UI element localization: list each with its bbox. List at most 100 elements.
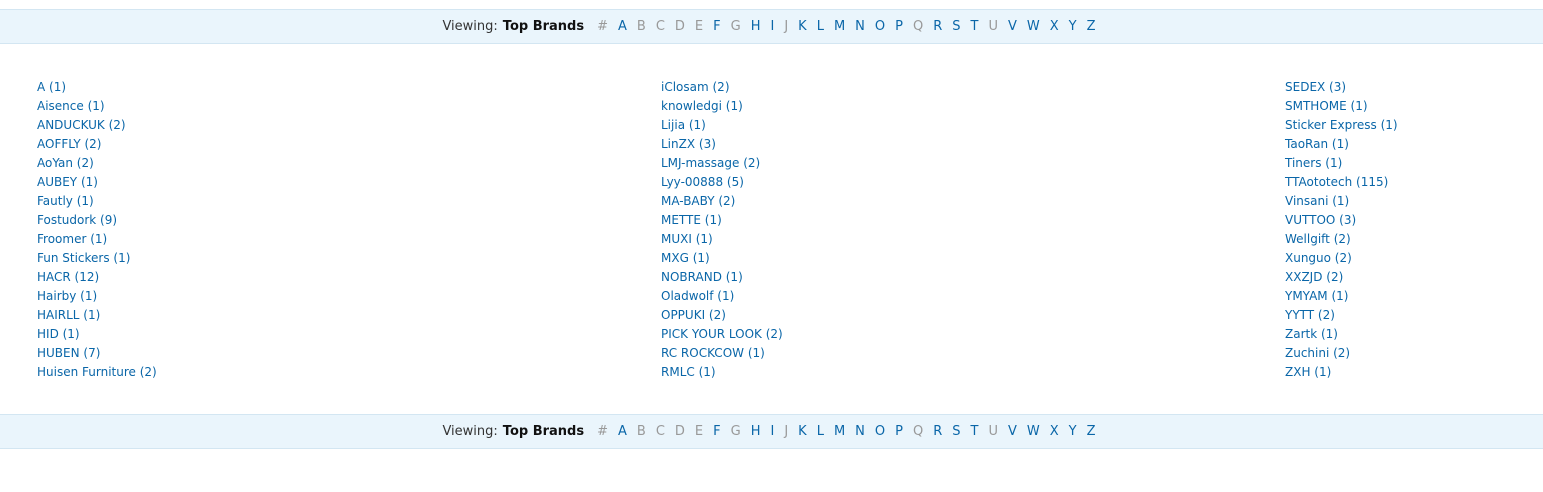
brand-link[interactable]: SEDEX (3) [1285, 80, 1346, 94]
letter-link-s[interactable]: S [947, 19, 965, 34]
list-item: Oladwolf (1) [661, 287, 783, 306]
viewing-value: Top Brands [502, 19, 585, 34]
brand-link[interactable]: Vinsani (1) [1285, 194, 1349, 208]
letter-link-a[interactable]: A [613, 19, 632, 34]
letter-link-h[interactable]: H [746, 424, 766, 439]
brand-link[interactable]: VUTTOO (3) [1285, 213, 1356, 227]
list-item: MXG (1) [661, 249, 783, 268]
letter-link-o[interactable]: O [870, 19, 890, 34]
brand-link[interactable]: MA-BABY (2) [661, 194, 735, 208]
brand-link[interactable]: MXG (1) [661, 251, 710, 265]
list-item: XXZJD (2) [1285, 268, 1398, 287]
brand-link[interactable]: AoYan (2) [37, 156, 94, 170]
list-item: Lyy-00888 (5) [661, 173, 783, 192]
letter-link-p[interactable]: P [890, 19, 908, 34]
letter-link-v[interactable]: V [1003, 19, 1022, 34]
letter-link-y[interactable]: Y [1064, 19, 1082, 34]
letter-link-p[interactable]: P [890, 424, 908, 439]
brand-link[interactable]: HAIRLL (1) [37, 308, 100, 322]
letter-link-i[interactable]: I [765, 424, 779, 439]
brand-link[interactable]: A (1) [37, 80, 66, 94]
letter-link-n[interactable]: N [850, 19, 870, 34]
letter-link-l[interactable]: L [812, 424, 829, 439]
letter-link-t[interactable]: T [966, 424, 984, 439]
brand-link[interactable]: TaoRan (1) [1285, 137, 1349, 151]
brand-link[interactable]: HACR (12) [37, 270, 99, 284]
letter-link-v[interactable]: V [1003, 424, 1022, 439]
brand-link[interactable]: Lyy-00888 (5) [661, 175, 744, 189]
brand-link[interactable]: YMYAM (1) [1285, 289, 1348, 303]
brand-link[interactable]: Huisen Furniture (2) [37, 365, 157, 379]
brand-link[interactable]: Lijia (1) [661, 118, 706, 132]
brand-link[interactable]: Fun Stickers (1) [37, 251, 130, 265]
letter-link-r[interactable]: R [928, 19, 947, 34]
brand-link[interactable]: RC ROCKCOW (1) [661, 346, 765, 360]
letter-link-c: C [655, 19, 665, 34]
letter-link-m[interactable]: M [829, 424, 850, 439]
letter-link-c: C [655, 424, 665, 439]
letter-link-u: U [988, 19, 998, 34]
brand-link[interactable]: METTE (1) [661, 213, 722, 227]
letter-link-y[interactable]: Y [1064, 424, 1082, 439]
list-item: AUBEY (1) [37, 173, 157, 192]
brand-link[interactable]: ZXH (1) [1285, 365, 1331, 379]
letter-link-x[interactable]: X [1045, 19, 1064, 34]
letter-link-z[interactable]: Z [1082, 19, 1101, 34]
letter-link-k[interactable]: K [793, 19, 812, 34]
letter-link-a[interactable]: A [613, 424, 632, 439]
brand-link[interactable]: Zartk (1) [1285, 327, 1338, 341]
brand-link[interactable]: Hairby (1) [37, 289, 97, 303]
letter-link-n[interactable]: N [850, 424, 870, 439]
list-item: MUXI (1) [661, 230, 783, 249]
letter-link-f[interactable]: F [708, 19, 725, 34]
letter-link-w[interactable]: W [1022, 424, 1045, 439]
brand-link[interactable]: OPPUKI (2) [661, 308, 726, 322]
list-item: METTE (1) [661, 211, 783, 230]
letter-link-k[interactable]: K [793, 424, 812, 439]
letter-link-t[interactable]: T [966, 19, 984, 34]
brand-link[interactable]: Fautly (1) [37, 194, 94, 208]
brand-link[interactable]: Tiners (1) [1285, 156, 1342, 170]
brand-link[interactable]: RMLC (1) [661, 365, 716, 379]
list-item: AoYan (2) [37, 154, 157, 173]
brand-link[interactable]: Oladwolf (1) [661, 289, 734, 303]
letter-link-z[interactable]: Z [1082, 424, 1101, 439]
letter-link-h[interactable]: H [746, 19, 766, 34]
brand-link[interactable]: TTAototech (115) [1285, 175, 1388, 189]
letter-link-r[interactable]: R [928, 424, 947, 439]
letter-link-m[interactable]: M [829, 19, 850, 34]
brand-link[interactable]: AOFFLY (2) [37, 137, 101, 151]
letter-link-l[interactable]: L [812, 19, 829, 34]
brand-link[interactable]: MUXI (1) [661, 232, 713, 246]
brand-link[interactable]: Fostudork (9) [37, 213, 117, 227]
brand-link[interactable]: XXZJD (2) [1285, 270, 1343, 284]
letter-link-x[interactable]: X [1045, 424, 1064, 439]
list-item: TaoRan (1) [1285, 135, 1398, 154]
brand-link[interactable]: Zuchini (2) [1285, 346, 1350, 360]
list-item: OPPUKI (2) [661, 306, 783, 325]
brand-link[interactable]: ANDUCKUK (2) [37, 118, 126, 132]
list-item: HACR (12) [37, 268, 157, 287]
brand-link[interactable]: NOBRAND (1) [661, 270, 743, 284]
brand-link[interactable]: LMJ-massage (2) [661, 156, 760, 170]
letter-link-o[interactable]: O [870, 424, 890, 439]
letter-link-w[interactable]: W [1022, 19, 1045, 34]
brand-link[interactable]: YYTT (2) [1285, 308, 1335, 322]
brand-link[interactable]: PICK YOUR LOOK (2) [661, 327, 783, 341]
brand-link[interactable]: Aisence (1) [37, 99, 105, 113]
letter-link-f[interactable]: F [708, 424, 725, 439]
brand-link[interactable]: iClosam (2) [661, 80, 730, 94]
brand-link[interactable]: SMTHOME (1) [1285, 99, 1368, 113]
brand-link[interactable]: knowledgi (1) [661, 99, 743, 113]
letter-link-i[interactable]: I [765, 19, 779, 34]
brand-link[interactable]: Wellgift (2) [1285, 232, 1351, 246]
brand-link[interactable]: HID (1) [37, 327, 80, 341]
brand-link[interactable]: Sticker Express (1) [1285, 118, 1398, 132]
brand-link[interactable]: AUBEY (1) [37, 175, 98, 189]
brand-link[interactable]: Xunguo (2) [1285, 251, 1352, 265]
brand-link[interactable]: HUBEN (7) [37, 346, 100, 360]
letter-link-s[interactable]: S [947, 424, 965, 439]
brand-link[interactable]: LinZX (3) [661, 137, 716, 151]
brand-link[interactable]: Froomer (1) [37, 232, 107, 246]
list-item: TTAototech (115) [1285, 173, 1398, 192]
